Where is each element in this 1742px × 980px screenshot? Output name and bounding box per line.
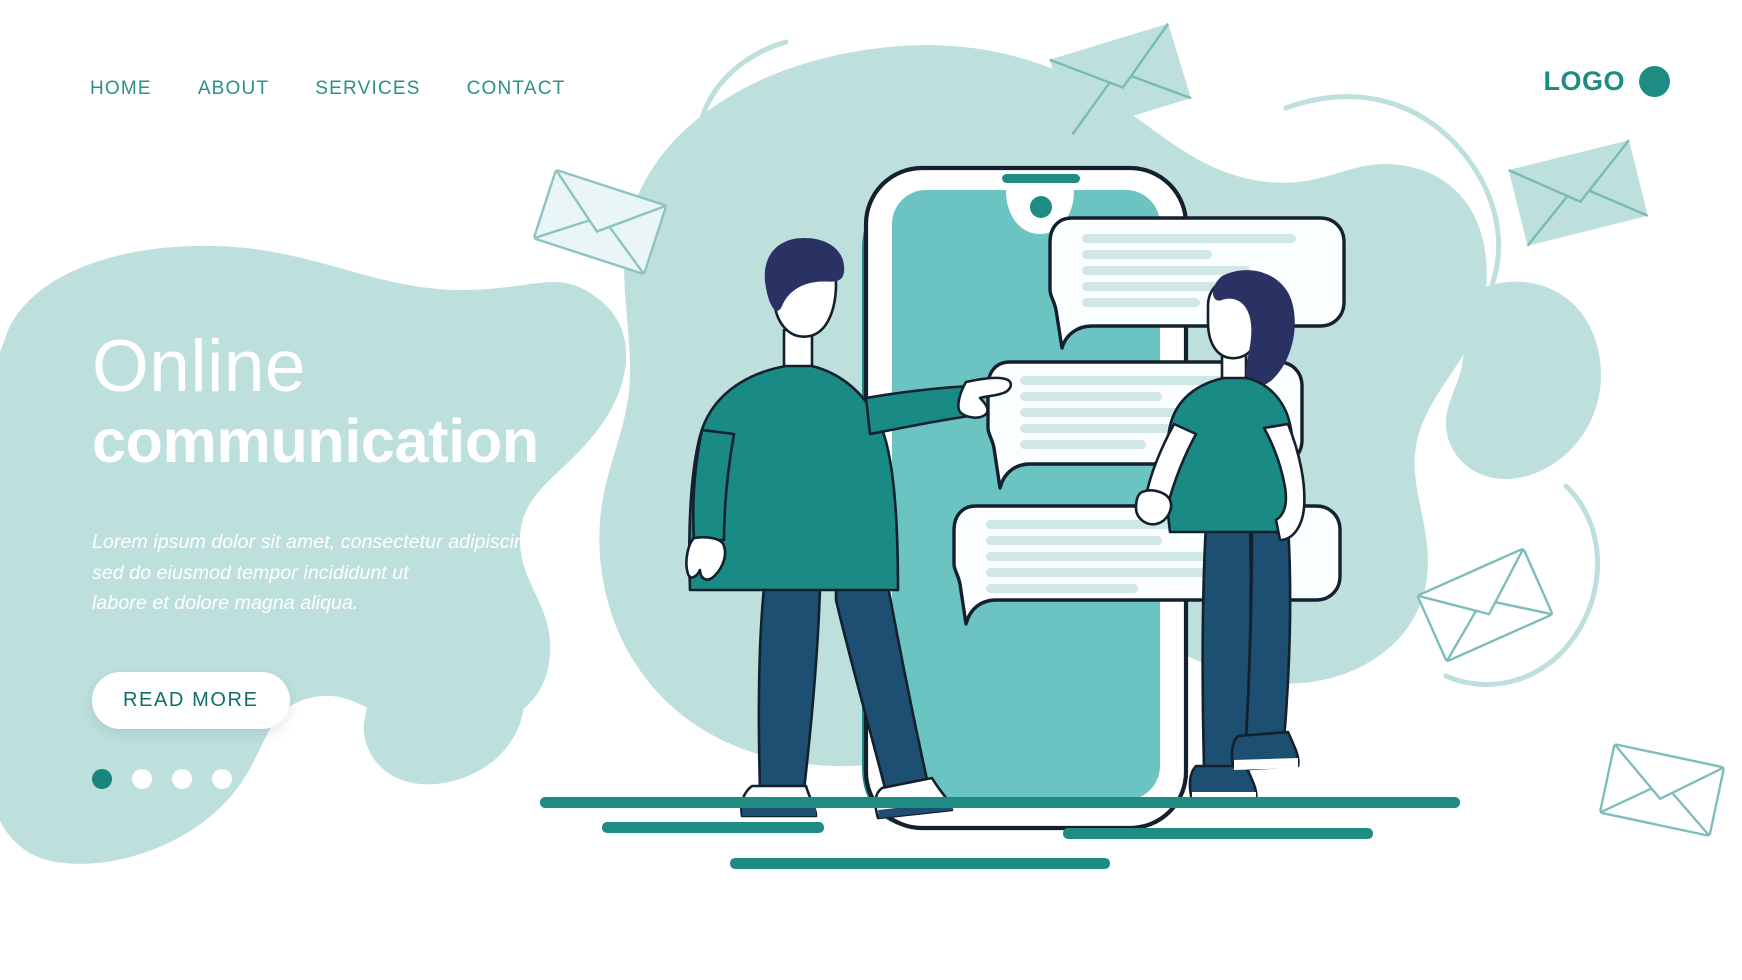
ground-line-center	[730, 858, 1110, 869]
main-navigation: HOME ABOUT SERVICES CONTACT	[90, 78, 565, 100]
ground-lines	[540, 797, 1460, 869]
phone-speaker	[1002, 174, 1080, 183]
nav-item-services[interactable]: SERVICES	[315, 78, 420, 100]
envelope-icon-4	[1417, 547, 1553, 663]
read-more-button[interactable]: READ MORE	[92, 671, 290, 729]
hero-paragraph-line-3: labore et dolore magna aliqua.	[92, 591, 359, 614]
envelope-icon-1	[1049, 22, 1192, 136]
ground-line-main	[540, 797, 1460, 808]
nav-item-home[interactable]: HOME	[90, 78, 152, 100]
woman-leg-back	[1201, 522, 1253, 770]
hero-content: Online communication Lorem ipsum dolor s…	[92, 330, 612, 789]
ground-line-left	[602, 822, 824, 833]
carousel-dot-4[interactable]	[212, 768, 232, 789]
logo-circle-icon	[1639, 66, 1670, 97]
woman-leg-front	[1244, 522, 1292, 744]
blob-right-small	[1445, 281, 1602, 479]
envelope-icon-3	[1508, 139, 1649, 247]
logo[interactable]: LOGO	[1543, 66, 1670, 97]
carousel-dots	[92, 768, 612, 789]
carousel-dot-3[interactable]	[172, 768, 192, 789]
carousel-dot-2[interactable]	[132, 768, 152, 789]
nav-item-about[interactable]: ABOUT	[198, 78, 269, 100]
page-title-light: Online	[92, 326, 307, 407]
landing-page: HOME ABOUT SERVICES CONTACT LOGO Online …	[0, 0, 1742, 980]
logo-text: LOGO	[1543, 66, 1625, 96]
page-title-bold: communication	[92, 407, 539, 475]
carousel-dot-1[interactable]	[92, 768, 112, 789]
hero-paragraph-line-1: Lorem ipsum dolor sit amet, consectetur …	[92, 531, 573, 554]
hero-paragraph: Lorem ipsum dolor sit amet, consectetur …	[92, 527, 612, 618]
envelope-icon-5	[1599, 743, 1725, 837]
phone-camera	[1030, 196, 1052, 218]
nav-item-contact[interactable]: CONTACT	[467, 78, 566, 100]
hero-paragraph-line-2: sed do eiusmod tempor incididunt ut	[92, 561, 409, 584]
woman-hand-left	[1134, 489, 1173, 526]
ground-line-right	[1063, 828, 1373, 839]
